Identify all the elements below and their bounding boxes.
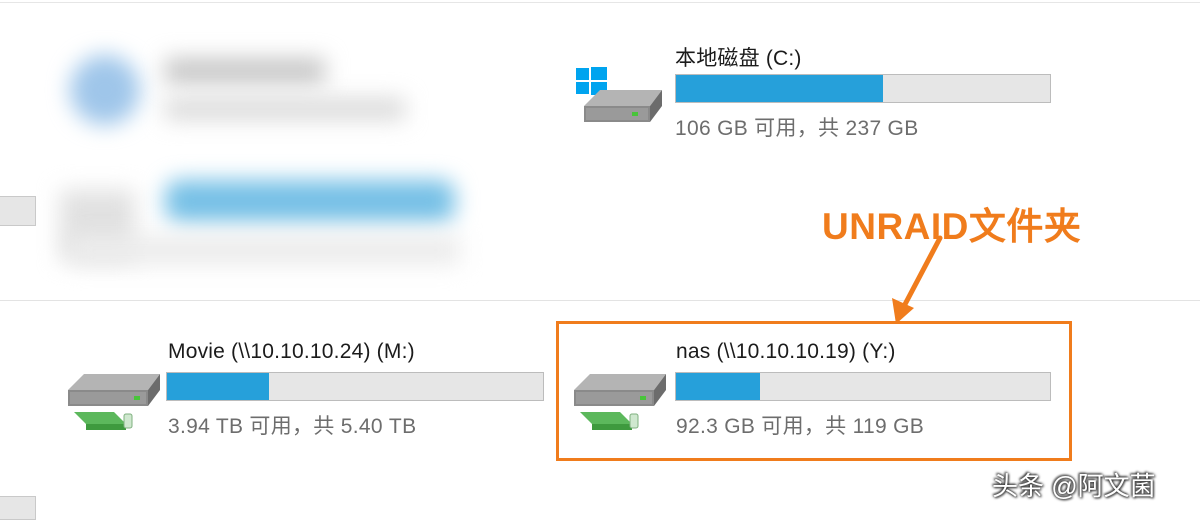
free-space-text: 3.94 TB 可用，共 5.40 TB — [168, 415, 417, 438]
arrow-icon — [892, 235, 943, 324]
free-space-text: 106 GB 可用，共 237 GB — [675, 117, 919, 140]
drive-tile-c[interactable]: 本地磁盘 (C:) 106 GB 可用，共 237 GB — [570, 40, 1060, 140]
partial-button[interactable] — [0, 196, 36, 226]
highlight-box — [556, 321, 1072, 461]
capacity-bar — [166, 372, 544, 401]
section-divider — [0, 300, 1200, 301]
drive-name: Movie (\\10.10.10.24) (M:) — [168, 340, 415, 363]
top-divider — [0, 2, 1200, 3]
drive-name: 本地磁盘 (C:) — [675, 47, 802, 70]
partial-button[interactable] — [0, 496, 36, 520]
drive-tile-m[interactable]: Movie (\\10.10.10.24) (M:) 3.94 TB 可用，共 … — [60, 338, 550, 438]
capacity-bar — [675, 74, 1051, 103]
windows-system-drive-icon — [576, 67, 662, 122]
watermark: 头条 @阿文菌 — [992, 471, 1156, 501]
annotation-label: UNRAID文件夹 — [822, 206, 1082, 247]
network-drive-icon — [68, 374, 160, 430]
capacity-bar-fill — [167, 373, 269, 400]
capacity-bar-fill — [676, 75, 883, 102]
